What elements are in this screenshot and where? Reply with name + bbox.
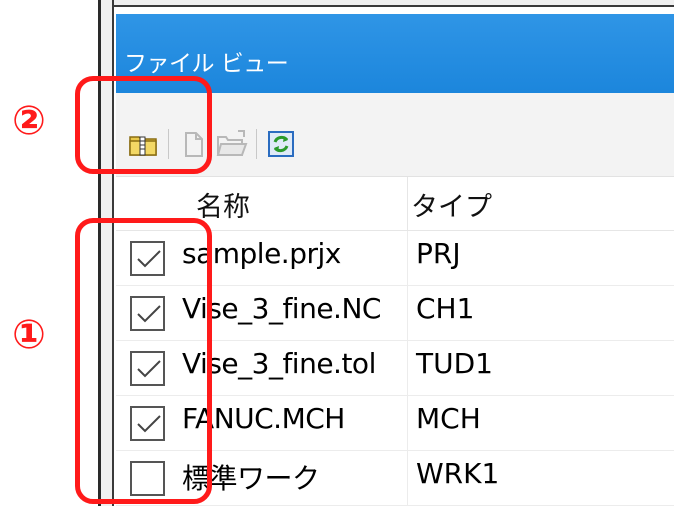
row-type: WRK1 — [416, 457, 500, 490]
column-header-name[interactable]: 名称 — [196, 185, 250, 224]
cell-divider — [407, 286, 408, 341]
window-frame-top — [98, 0, 674, 7]
row-type: TUD1 — [416, 347, 493, 380]
cell-divider — [407, 341, 408, 396]
cell-divider — [407, 396, 408, 451]
panel-title: ファイル ビュー — [124, 51, 289, 77]
cell-divider — [407, 451, 408, 506]
open-folder-icon[interactable] — [216, 129, 248, 159]
column-header-type[interactable]: タイプ — [411, 185, 492, 224]
row-type: CH1 — [416, 292, 475, 325]
row-type: MCH — [416, 402, 481, 435]
annotation-marker-2: ② — [12, 98, 46, 144]
cell-divider — [407, 231, 408, 286]
column-divider[interactable] — [407, 177, 408, 231]
refresh-icon[interactable] — [266, 129, 296, 159]
highlight-checkboxes — [75, 218, 212, 504]
toolbar-separator — [256, 129, 257, 159]
row-type: PRJ — [416, 237, 461, 270]
highlight-toolbar — [75, 76, 212, 174]
annotation-marker-1: ① — [12, 312, 46, 358]
